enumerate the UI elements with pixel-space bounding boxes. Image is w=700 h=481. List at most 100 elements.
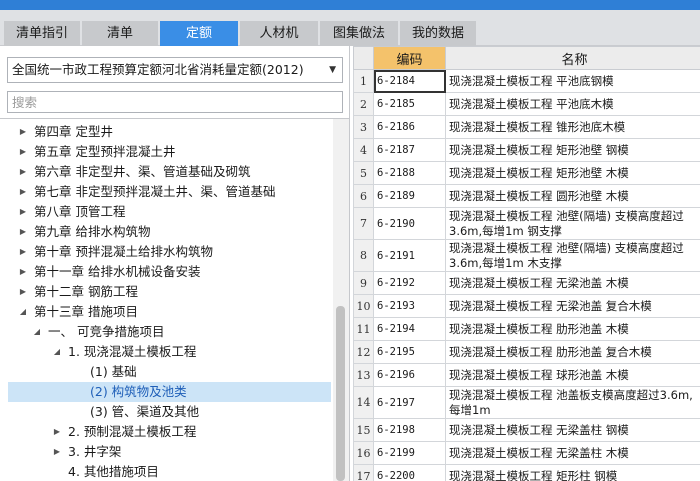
quota-name-cell[interactable]: 现浇混凝土模板工程 池壁(隔墙) 支模高度超过3.6m,每增1m 木支撑 [445, 239, 700, 272]
quota-code-cell[interactable]: 6-2192 [373, 271, 446, 295]
table-row[interactable]: 13 6-2196 现浇混凝土模板工程 球形池盖 木模 [353, 363, 700, 387]
expand-arrow-icon[interactable]: ▶ [52, 442, 62, 462]
quota-name-cell[interactable]: 现浇混凝土模板工程 矩形池壁 木模 [445, 161, 700, 185]
tree-item[interactable]: ▶ 第四章 定型井 [8, 122, 331, 142]
quota-name-cell[interactable]: 现浇混凝土模板工程 平池底钢模 [445, 69, 700, 93]
tree-item-label: 第十章 预拌混凝土给排水构筑物 [34, 244, 213, 259]
table-row[interactable]: 11 6-2194 现浇混凝土模板工程 肋形池盖 木模 [353, 317, 700, 341]
expand-arrow-icon[interactable]: ▶ [18, 282, 28, 302]
quota-name-cell[interactable]: 现浇混凝土模板工程 平池底木模 [445, 92, 700, 116]
quota-code-cell[interactable]: 6-2196 [373, 363, 446, 387]
tree-item-label: 第十二章 钢筋工程 [34, 284, 138, 299]
tab-1[interactable]: 清单 [82, 21, 158, 46]
quota-name-cell[interactable]: 现浇混凝土模板工程 圆形池壁 木模 [445, 184, 700, 208]
table-row[interactable]: 7 6-2190 现浇混凝土模板工程 池壁(隔墙) 支模高度超过3.6m,每增1m … [353, 207, 700, 240]
tree-item[interactable]: (2) 构筑物及池类 [8, 382, 331, 402]
quota-code-cell[interactable]: 6-2187 [373, 138, 446, 162]
quota-code-cell[interactable]: 6-2184 [373, 69, 446, 93]
quota-name-cell[interactable]: 现浇混凝土模板工程 池盖板支模高度超过3.6m,每增1m [445, 386, 700, 419]
tree-item[interactable]: ▶ 3. 井字架 [8, 442, 331, 462]
quota-name-cell[interactable]: 现浇混凝土模板工程 无梁盖柱 木模 [445, 441, 700, 465]
code-column-header[interactable]: 编码 [373, 46, 446, 70]
quota-library-select-value: 全国统一市政工程预算定额河北省消耗量定额(2012) [12, 62, 304, 77]
quota-code-cell[interactable]: 6-2199 [373, 441, 446, 465]
name-column-header[interactable]: 名称 [445, 46, 700, 70]
tree-item[interactable]: ▶ 第七章 非定型预拌混凝土井、渠、管道基础 [8, 182, 331, 202]
quota-code-cell[interactable]: 6-2195 [373, 340, 446, 364]
tree-item[interactable]: 4. 其他措施项目 [8, 462, 331, 481]
quota-code-cell[interactable]: 6-2197 [373, 386, 446, 419]
expand-arrow-icon[interactable]: ▶ [18, 202, 28, 222]
table-row[interactable]: 15 6-2198 现浇混凝土模板工程 无梁盖柱 钢模 [353, 418, 700, 442]
tree-item[interactable]: ▶ 第六章 非定型井、渠、管道基础及砌筑 [8, 162, 331, 182]
quota-code-cell[interactable]: 6-2200 [373, 464, 446, 481]
tab-4[interactable]: 图集做法 [320, 21, 398, 46]
quota-name-cell[interactable]: 现浇混凝土模板工程 肋形池盖 木模 [445, 317, 700, 341]
tree-item[interactable]: ▶ 第九章 给排水构筑物 [8, 222, 331, 242]
search-input[interactable] [7, 91, 343, 113]
quota-code-cell[interactable]: 6-2193 [373, 294, 446, 318]
tree-item[interactable]: ◢ 1. 现浇混凝土模板工程 [8, 342, 331, 362]
expand-arrow-icon[interactable]: ▶ [18, 222, 28, 242]
quota-code-cell[interactable]: 6-2188 [373, 161, 446, 185]
table-row[interactable]: 9 6-2192 现浇混凝土模板工程 无梁池盖 木模 [353, 271, 700, 295]
table-row[interactable]: 2 6-2185 现浇混凝土模板工程 平池底木模 [353, 92, 700, 116]
collapse-arrow-icon[interactable]: ◢ [52, 342, 62, 362]
expand-arrow-icon[interactable]: ▶ [18, 122, 28, 142]
tree-item[interactable]: ◢ 一、 可竞争措施项目 [8, 322, 331, 342]
expand-arrow-icon[interactable]: ▶ [18, 242, 28, 262]
quota-code-cell[interactable]: 6-2189 [373, 184, 446, 208]
tree-item[interactable]: ▶ 第十章 预拌混凝土给排水构筑物 [8, 242, 331, 262]
quota-library-select[interactable]: 全国统一市政工程预算定额河北省消耗量定额(2012) ▼ [7, 57, 343, 83]
quota-name-cell[interactable]: 现浇混凝土模板工程 球形池盖 木模 [445, 363, 700, 387]
table-row[interactable]: 3 6-2186 现浇混凝土模板工程 锥形池底木模 [353, 115, 700, 139]
tree-item[interactable]: (1) 基础 [8, 362, 331, 382]
quota-code-cell[interactable]: 6-2198 [373, 418, 446, 442]
quota-name-cell[interactable]: 现浇混凝土模板工程 矩形池壁 钢模 [445, 138, 700, 162]
table-row[interactable]: 6 6-2189 现浇混凝土模板工程 圆形池壁 木模 [353, 184, 700, 208]
table-row[interactable]: 16 6-2199 现浇混凝土模板工程 无梁盖柱 木模 [353, 441, 700, 465]
collapse-arrow-icon[interactable]: ◢ [18, 302, 28, 322]
tree-item[interactable]: (3) 管、渠道及其他 [8, 402, 331, 422]
table-row[interactable]: 14 6-2197 现浇混凝土模板工程 池盖板支模高度超过3.6m,每增1m [353, 386, 700, 419]
tree-item[interactable]: ◢ 第十三章 措施项目 [8, 302, 331, 322]
row-number: 10 [353, 294, 374, 318]
row-number: 6 [353, 184, 374, 208]
tree-item[interactable]: ▶ 第十二章 钢筋工程 [8, 282, 331, 302]
tab-0[interactable]: 清单指引 [4, 21, 80, 46]
quota-name-cell[interactable]: 现浇混凝土模板工程 无梁池盖 木模 [445, 271, 700, 295]
table-row[interactable]: 10 6-2193 现浇混凝土模板工程 无梁池盖 复合木模 [353, 294, 700, 318]
quota-code-cell[interactable]: 6-2194 [373, 317, 446, 341]
tree-item[interactable]: ▶ 第十一章 给排水机械设备安装 [8, 262, 331, 282]
quota-name-cell[interactable]: 现浇混凝土模板工程 肋形池盖 复合木模 [445, 340, 700, 364]
tab-5[interactable]: 我的数据 [400, 21, 476, 46]
table-row[interactable]: 4 6-2187 现浇混凝土模板工程 矩形池壁 钢模 [353, 138, 700, 162]
chevron-down-icon[interactable]: ▼ [329, 58, 336, 82]
expand-arrow-icon[interactable]: ▶ [18, 262, 28, 282]
quota-name-cell[interactable]: 现浇混凝土模板工程 锥形池底木模 [445, 115, 700, 139]
expand-arrow-icon[interactable]: ▶ [18, 182, 28, 202]
quota-name-cell[interactable]: 现浇混凝土模板工程 池壁(隔墙) 支模高度超过3.6m,每增1m 钢支撑 [445, 207, 700, 240]
tree-item[interactable]: ▶ 第五章 定型预拌混凝土井 [8, 142, 331, 162]
table-row[interactable]: 1 6-2184 现浇混凝土模板工程 平池底钢模 [353, 69, 700, 93]
table-row[interactable]: 12 6-2195 现浇混凝土模板工程 肋形池盖 复合木模 [353, 340, 700, 364]
tree-item[interactable]: ▶ 2. 预制混凝土模板工程 [8, 422, 331, 442]
quota-code-cell[interactable]: 6-2191 [373, 239, 446, 272]
expand-arrow-icon[interactable]: ▶ [18, 142, 28, 162]
collapse-arrow-icon[interactable]: ◢ [32, 322, 42, 342]
tab-2[interactable]: 定额 [160, 21, 238, 46]
tree-scrollbar-thumb[interactable] [336, 306, 345, 481]
quota-name-cell[interactable]: 现浇混凝土模板工程 无梁池盖 复合木模 [445, 294, 700, 318]
quota-name-cell[interactable]: 现浇混凝土模板工程 无梁盖柱 钢模 [445, 418, 700, 442]
quota-code-cell[interactable]: 6-2186 [373, 115, 446, 139]
tree-item[interactable]: ▶ 第八章 顶管工程 [8, 202, 331, 222]
quota-name-cell[interactable]: 现浇混凝土模板工程 矩形柱 钢模 [445, 464, 700, 481]
expand-arrow-icon[interactable]: ▶ [52, 422, 62, 442]
quota-code-cell[interactable]: 6-2190 [373, 207, 446, 240]
tab-3[interactable]: 人材机 [240, 21, 318, 46]
table-row[interactable]: 17 6-2200 现浇混凝土模板工程 矩形柱 钢模 [353, 464, 700, 481]
quota-code-cell[interactable]: 6-2185 [373, 92, 446, 116]
table-row[interactable]: 8 6-2191 现浇混凝土模板工程 池壁(隔墙) 支模高度超过3.6m,每增1m … [353, 239, 700, 272]
expand-arrow-icon[interactable]: ▶ [18, 162, 28, 182]
table-row[interactable]: 5 6-2188 现浇混凝土模板工程 矩形池壁 木模 [353, 161, 700, 185]
